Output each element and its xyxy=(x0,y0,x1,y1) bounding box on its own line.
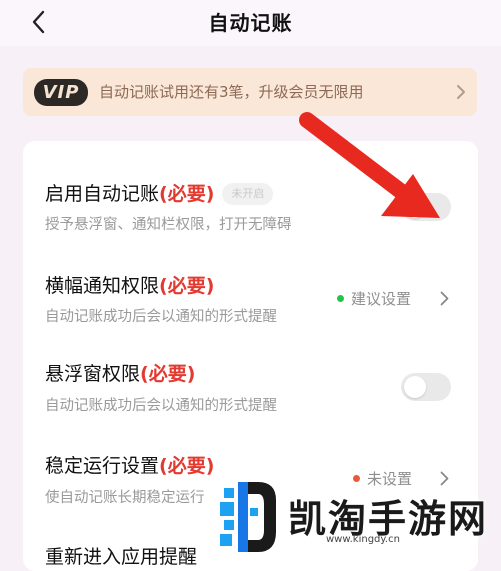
setting-title: 启用自动记账(必要) 未开启 xyxy=(45,179,274,206)
status-text: 建议设置 xyxy=(351,290,412,308)
watermark-url: www.kingdy.cn xyxy=(326,534,400,545)
setting-title-text: 横幅通知权限 xyxy=(45,275,160,297)
setting-subtitle: 自动记账成功后会以通知的形式提醒 xyxy=(45,398,277,414)
required-label: (必要) xyxy=(159,183,215,205)
required-label: (必要) xyxy=(140,363,196,385)
watermark-logo-icon xyxy=(220,482,276,552)
site-watermark: 凯淘手游网 www.kingdy.cn xyxy=(218,478,501,554)
red-arrow-annotation xyxy=(299,112,440,218)
setting-subtitle: 授予悬浮窗、通知栏权限，打开无障碍 xyxy=(45,217,292,233)
chevron-right-icon xyxy=(457,85,465,99)
vip-badge: VIP xyxy=(34,79,88,106)
required-label: (必要) xyxy=(159,455,215,477)
setting-title: 稳定运行设置(必要) xyxy=(45,451,214,478)
setting-title-text: 稳定运行设置 xyxy=(45,455,160,477)
toggle-knob xyxy=(404,376,426,398)
header-bar: 自动记账 xyxy=(0,0,501,46)
required-label: (必要) xyxy=(159,275,215,297)
vip-upgrade-banner[interactable]: VIP 自动记账试用还有3笔，升级会员无限用 xyxy=(23,68,477,116)
setting-status: 建议设置 xyxy=(337,288,411,309)
vip-banner-text: 自动记账试用还有3笔，升级会员无限用 xyxy=(99,83,364,101)
status-dot xyxy=(337,295,344,302)
floating-window-toggle[interactable] xyxy=(401,373,451,401)
page-title: 自动记账 xyxy=(208,11,293,35)
setting-subtitle: 使自动记账长期稳定运行 xyxy=(45,490,205,506)
setting-subtitle: 自动记账成功后会以通知的形式提醒 xyxy=(45,309,277,325)
setting-title-text: 启用自动记账 xyxy=(45,183,160,205)
setting-row-floating-window[interactable]: 悬浮窗权限(必要) 自动记账成功后会以通知的形式提醒 xyxy=(23,333,478,429)
setting-title: 重新进入应用提醒 xyxy=(45,546,198,568)
setting-row-banner-notify[interactable]: 横幅通知权限(必要) 自动记账成功后会以通知的形式提醒 建议设置 xyxy=(23,241,478,333)
setting-title-text: 悬浮窗权限 xyxy=(45,363,141,385)
setting-title: 悬浮窗权限(必要) xyxy=(45,359,195,386)
status-tag: 未开启 xyxy=(222,183,274,205)
chevron-right-icon xyxy=(440,291,449,306)
setting-title: 横幅通知权限(必要) xyxy=(45,271,214,298)
